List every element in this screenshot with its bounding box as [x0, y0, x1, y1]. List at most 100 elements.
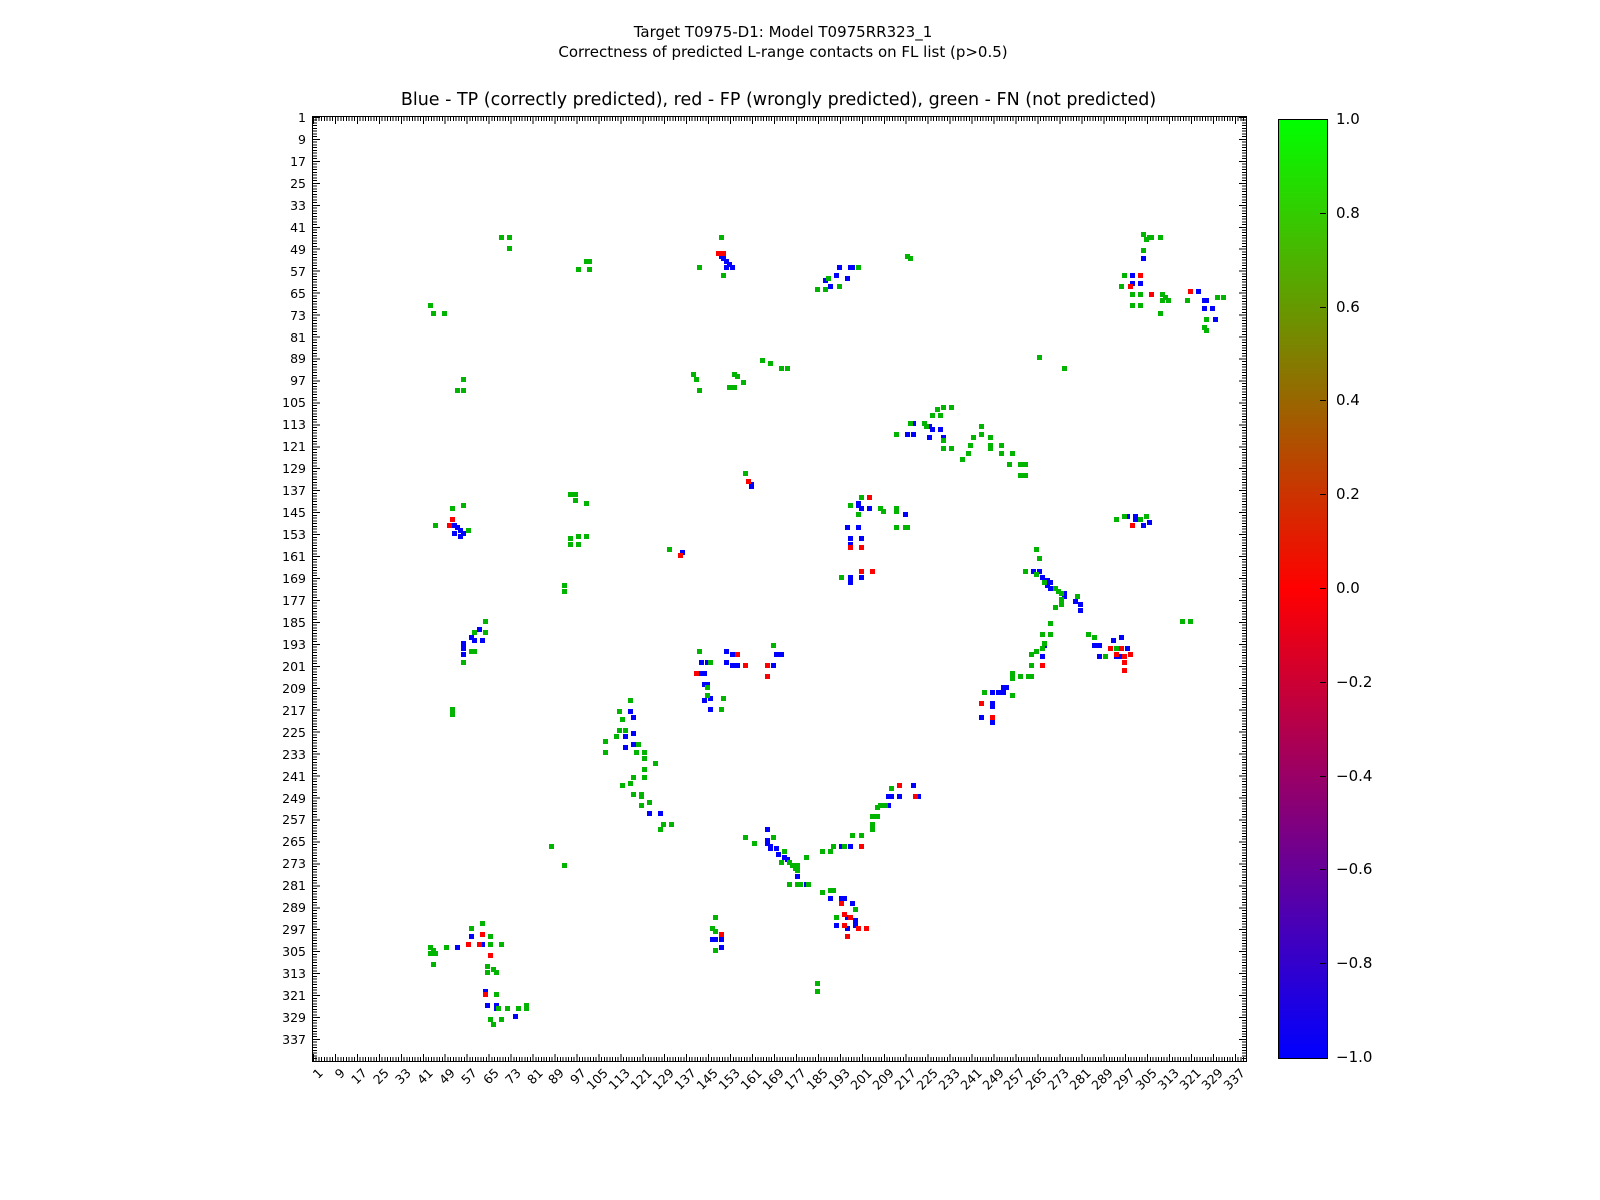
contact-point-fn: [1180, 619, 1185, 624]
contact-point-tp: [452, 531, 457, 536]
contact-point-fn: [1092, 635, 1097, 640]
contact-point-fn: [1010, 676, 1015, 681]
y-tick-label: 225: [236, 725, 306, 741]
x-tick-label: 65: [480, 1066, 501, 1087]
contact-point-fp: [746, 479, 751, 484]
contact-point-fn: [1048, 621, 1053, 626]
contact-point-fn: [1188, 619, 1193, 624]
contact-point-fn: [667, 547, 672, 552]
contact-point-fp: [848, 915, 853, 920]
contact-point-fn: [1144, 237, 1149, 242]
contact-point-fp: [864, 926, 869, 931]
contact-point-tp: [903, 512, 908, 517]
y-tick-label: 265: [236, 834, 306, 850]
contact-point-fn: [469, 649, 474, 654]
contact-point-fp: [842, 912, 847, 917]
contact-point-fn: [870, 822, 875, 827]
contact-point-tp: [623, 745, 628, 750]
colorbar-tick-label: 0.8: [1336, 204, 1360, 222]
contact-point-fn: [642, 756, 647, 761]
y-tick-label: 145: [236, 505, 306, 521]
contact-point-fn: [499, 1017, 504, 1022]
contact-point-fn: [642, 775, 647, 780]
contact-point-fn: [785, 366, 790, 371]
contact-point-tp: [850, 901, 855, 906]
contact-point-fn: [584, 501, 589, 506]
y-tick-label: 129: [236, 461, 306, 477]
plot-area[interactable]: [312, 116, 1247, 1062]
contact-point-tp: [1097, 643, 1102, 648]
contact-point-fn: [831, 888, 836, 893]
contact-point-fn: [617, 709, 622, 714]
contact-point-fp: [1138, 273, 1143, 278]
contact-point-fn: [713, 929, 718, 934]
y-tick-label: 281: [236, 878, 306, 894]
contact-point-fn: [988, 435, 993, 440]
y-tick-label: 177: [236, 593, 306, 609]
y-tick-label: 49: [236, 242, 306, 258]
contact-point-fn: [960, 457, 965, 462]
contact-point-fp: [859, 545, 864, 550]
contact-point-fn: [1034, 547, 1039, 552]
contact-point-fn: [1040, 632, 1045, 637]
contact-point-tp: [911, 432, 916, 437]
contact-point-tp: [1196, 289, 1201, 294]
contact-point-fn: [455, 388, 460, 393]
top-axis-minor-ticks: [313, 117, 1246, 121]
colorbar-tick-label: 1.0: [1336, 110, 1360, 128]
contact-point-tp: [708, 707, 713, 712]
contact-point-fn: [839, 575, 844, 580]
contact-point-fn: [768, 361, 773, 366]
y-tick-label: 297: [236, 922, 306, 938]
contact-point-fn: [924, 424, 929, 429]
y-tick-label: 121: [236, 439, 306, 455]
contact-point-tp: [850, 265, 855, 270]
contact-point-fn: [889, 786, 894, 791]
contact-point-fn: [1037, 556, 1042, 561]
contact-point-fn: [999, 451, 1004, 456]
contact-point-fn: [782, 849, 787, 854]
contact-point-fn: [576, 534, 581, 539]
contact-point-tp: [469, 934, 474, 939]
contact-point-fn: [1114, 646, 1119, 651]
colorbar-tick-label: −0.2: [1336, 673, 1372, 691]
y-tick-label: 329: [236, 1010, 306, 1026]
contact-point-fn: [620, 717, 625, 722]
colorbar-tick-label: 0.0: [1336, 579, 1360, 597]
contact-point-fp: [719, 932, 724, 937]
contact-point-fn: [1007, 462, 1012, 467]
contact-point-fn: [562, 583, 567, 588]
colorbar-tick: [1320, 400, 1326, 401]
contact-point-fp: [913, 794, 918, 799]
contact-point-fn: [697, 265, 702, 270]
contact-point-fn: [875, 814, 880, 819]
contact-point-fn: [721, 696, 726, 701]
contact-point-tp: [1210, 306, 1215, 311]
contact-point-fn: [1029, 674, 1034, 679]
contact-point-fp: [1128, 652, 1133, 657]
contact-point-fn: [999, 443, 1004, 448]
contact-point-tp: [1130, 273, 1135, 278]
contact-point-fp: [856, 926, 861, 931]
contact-point-tp: [930, 427, 935, 432]
contact-point-tp: [859, 506, 864, 511]
contact-point-fn: [628, 781, 633, 786]
contact-point-tp: [867, 506, 872, 511]
contact-point-fn: [1160, 298, 1165, 303]
contact-point-fn: [444, 945, 449, 950]
y-tick-label: 153: [236, 527, 306, 543]
y-tick-label: 233: [236, 747, 306, 763]
contact-point-fp: [678, 553, 683, 558]
contact-point-fp: [979, 701, 984, 706]
contact-point-tp: [859, 536, 864, 541]
contact-point-fn: [1138, 292, 1143, 297]
colorbar-tick-label: 0.2: [1336, 485, 1360, 503]
y-tick-label: 73: [236, 308, 306, 324]
contact-point-fn: [1141, 232, 1146, 237]
contact-point-fn: [968, 443, 973, 448]
colorbar-tick-label: 0.4: [1336, 391, 1360, 409]
contact-point-tp: [1040, 654, 1045, 659]
contact-point-tp: [774, 846, 779, 851]
contact-point-fn: [1029, 663, 1034, 668]
contact-point-fn: [620, 783, 625, 788]
